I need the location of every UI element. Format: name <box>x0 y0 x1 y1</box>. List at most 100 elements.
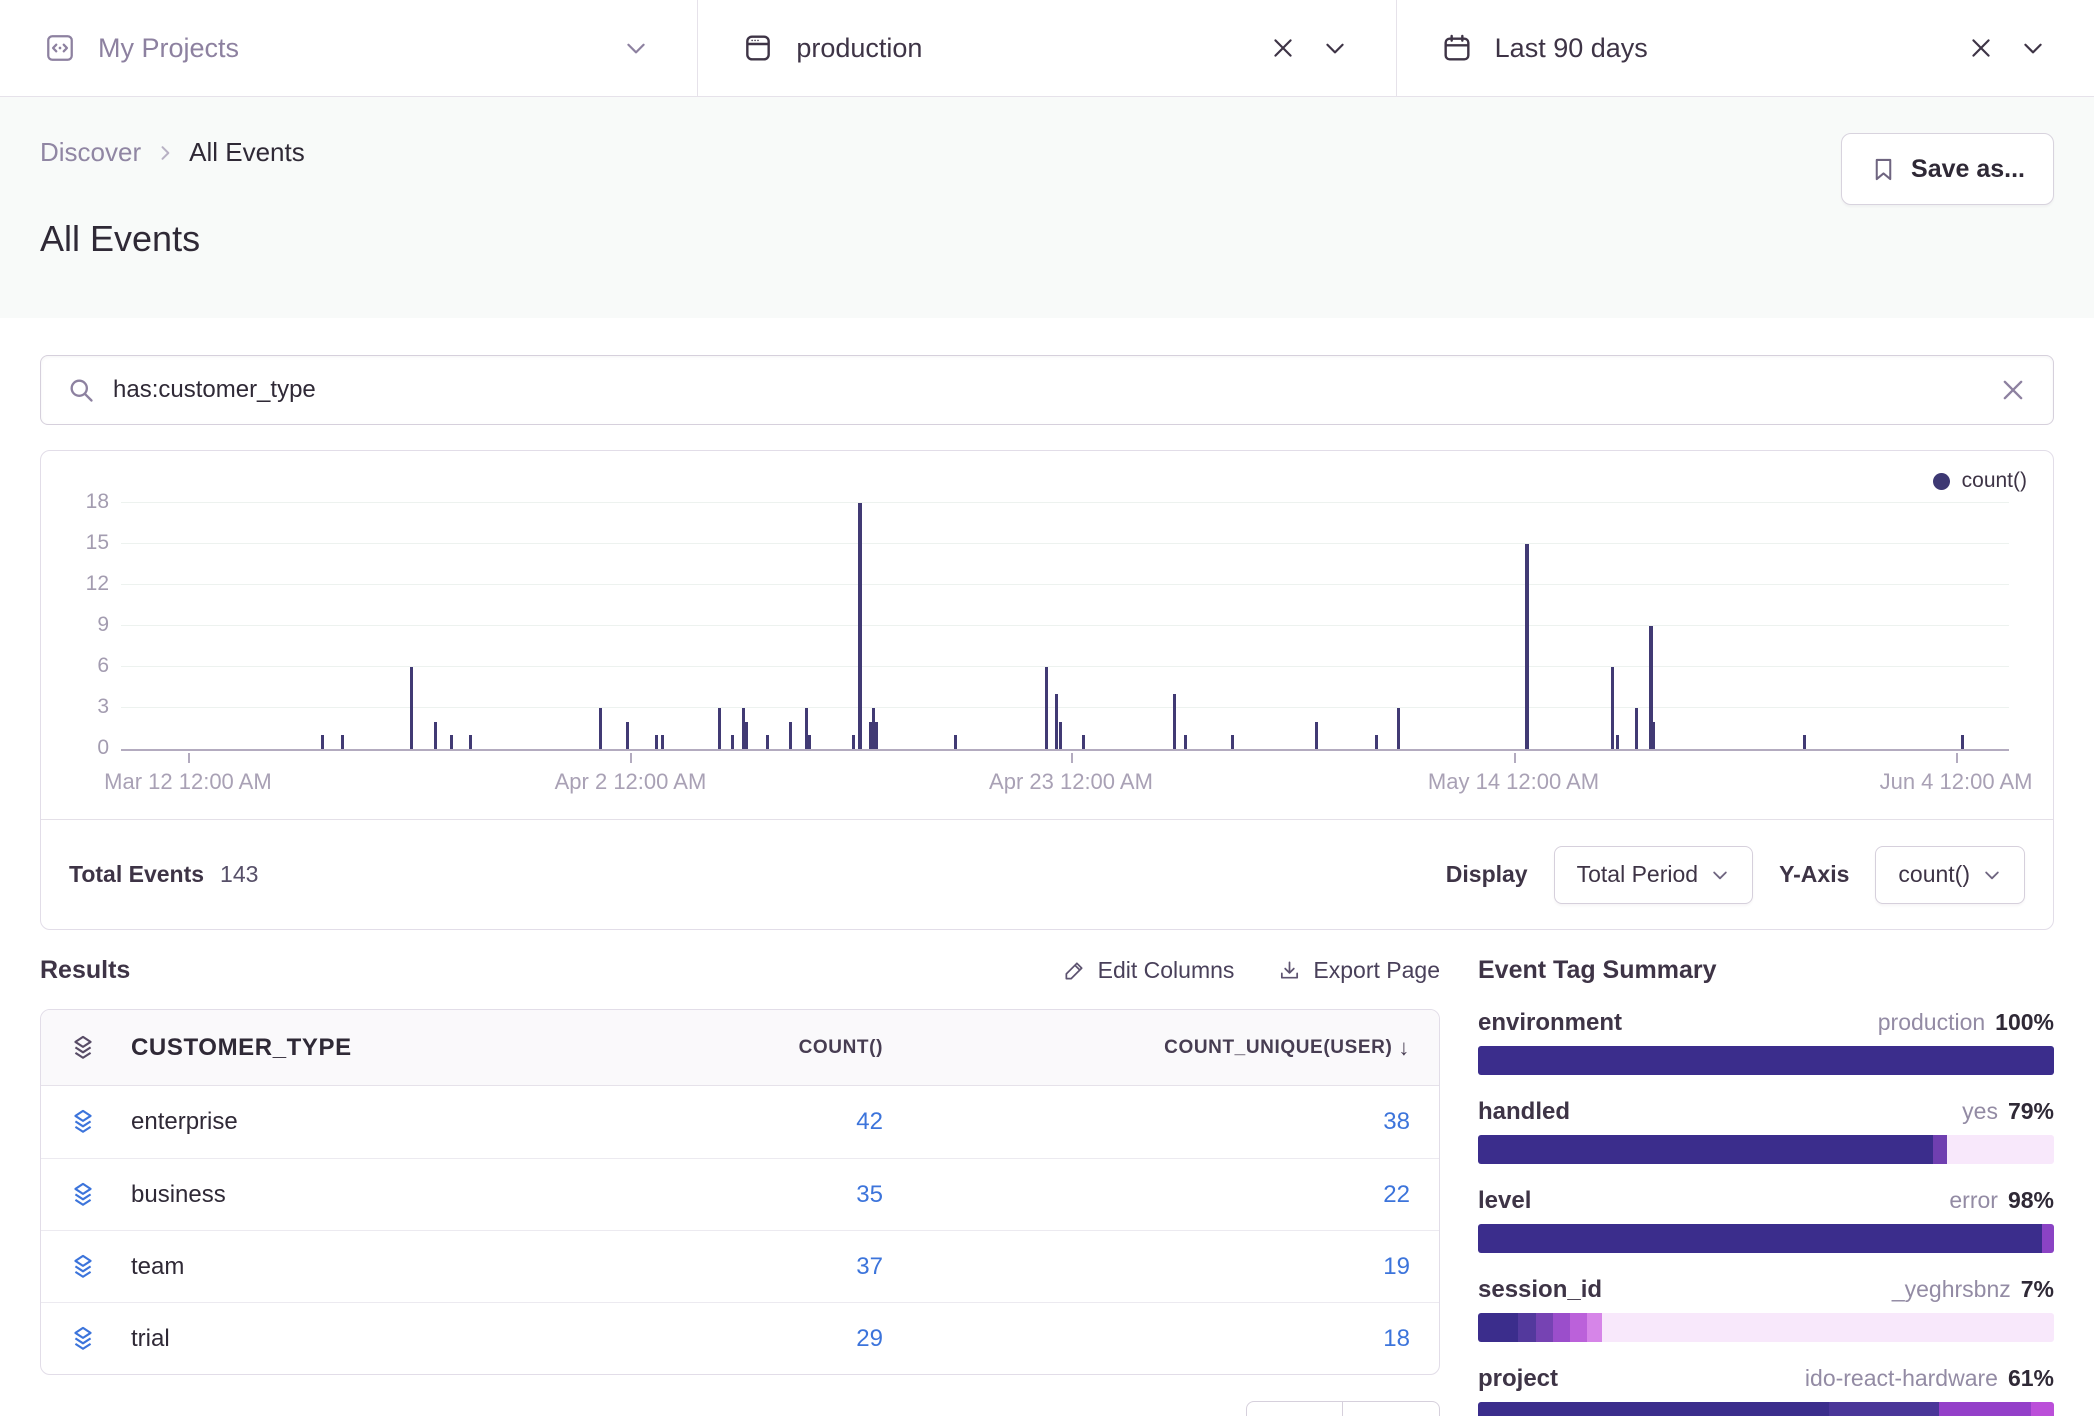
clear-search-icon[interactable] <box>1999 376 2027 404</box>
cell-customer-type: team <box>131 1253 184 1281</box>
tag-distribution-bar[interactable] <box>1478 1135 2054 1164</box>
previous-page-button[interactable] <box>1246 1401 1343 1416</box>
chart-bar[interactable] <box>808 735 811 749</box>
cell-count[interactable]: 37 <box>523 1253 883 1281</box>
chart-legend: count() <box>1933 469 2027 493</box>
chart-bar[interactable] <box>599 708 602 749</box>
cell-count[interactable]: 42 <box>523 1108 883 1136</box>
x-tick-mark <box>1956 753 1958 763</box>
legend-series-dot <box>1933 473 1950 490</box>
save-as-button[interactable]: Save as... <box>1841 133 2054 205</box>
chart-bar[interactable] <box>450 735 453 749</box>
search-bar[interactable]: has:customer_type <box>40 355 2054 425</box>
chart-bar[interactable] <box>1803 735 1806 749</box>
tag-distribution-bar[interactable] <box>1478 1224 2054 1253</box>
chart-bar[interactable] <box>1059 722 1062 749</box>
environment-icon <box>742 32 774 64</box>
chart-bar[interactable] <box>410 667 413 749</box>
bookmark-icon <box>1870 156 1897 183</box>
tag-bar-segment <box>1553 1313 1570 1342</box>
tag-row: session_id _yeghrsbnz 7% <box>1478 1276 2054 1342</box>
tag-top-value: yes <box>1962 1098 1998 1125</box>
clear-environment-icon[interactable] <box>1270 35 1296 61</box>
chart-bar[interactable] <box>1525 544 1529 749</box>
chart-bar[interactable] <box>655 735 658 749</box>
chart-bar[interactable] <box>1315 722 1318 749</box>
chart-bar[interactable] <box>1045 667 1048 749</box>
chart-bar[interactable] <box>1082 735 1085 749</box>
chart-bar[interactable] <box>469 735 472 749</box>
chart-plot-area[interactable]: 0369121518 <box>121 503 2009 751</box>
table-row: team 37 19 <box>41 1230 1439 1302</box>
search-icon <box>67 376 95 404</box>
chevron-down-icon[interactable] <box>2020 35 2046 61</box>
chart-bar[interactable] <box>1961 735 1964 749</box>
chart-bar[interactable] <box>1652 722 1655 749</box>
col-customer-type[interactable]: CUSTOMER_TYPE <box>131 1034 352 1062</box>
chart-bar[interactable] <box>626 722 629 749</box>
chart-bar[interactable] <box>1635 708 1638 749</box>
chart-bar[interactable] <box>1611 667 1614 749</box>
chart-bar[interactable] <box>1184 735 1187 749</box>
cell-customer-type: enterprise <box>131 1108 238 1136</box>
chart-bar[interactable] <box>341 735 344 749</box>
chart-bar[interactable] <box>731 735 734 749</box>
chart-bar[interactable] <box>858 503 862 749</box>
chart-bar[interactable] <box>954 735 957 749</box>
chart-bar[interactable] <box>1231 735 1234 749</box>
x-tick-mark <box>188 753 190 763</box>
col-count-unique-user[interactable]: COUNT_UNIQUE(USER) ↓ <box>883 1035 1410 1061</box>
x-tick-mark <box>630 753 632 763</box>
calendar-icon <box>1441 32 1473 64</box>
export-page-button[interactable]: Export Page <box>1278 957 1440 984</box>
save-as-label: Save as... <box>1911 155 2025 184</box>
chart-bar[interactable] <box>718 708 721 749</box>
edit-columns-button[interactable]: Edit Columns <box>1063 957 1235 984</box>
chart-bar[interactable] <box>434 722 437 749</box>
search-input[interactable]: has:customer_type <box>113 376 1981 404</box>
cell-count-unique-user[interactable]: 19 <box>883 1253 1410 1281</box>
y-tick-label: 6 <box>49 654 109 678</box>
cell-count[interactable]: 29 <box>523 1325 883 1353</box>
y-tick-label: 0 <box>49 736 109 760</box>
chart-bar[interactable] <box>766 735 769 749</box>
chart-bar[interactable] <box>745 722 748 749</box>
y-axis-select[interactable]: count() <box>1875 846 2025 904</box>
chart-bar[interactable] <box>321 735 324 749</box>
tag-distribution-bar[interactable] <box>1478 1313 2054 1342</box>
next-page-button[interactable] <box>1343 1401 1440 1416</box>
cell-count-unique-user[interactable]: 22 <box>883 1181 1410 1209</box>
tag-distribution-bar[interactable] <box>1478 1046 2054 1075</box>
chevron-down-icon[interactable] <box>623 35 649 61</box>
date-range-filter[interactable]: Last 90 days <box>1396 0 2094 96</box>
project-filter[interactable]: My Projects <box>0 0 697 96</box>
chart-bar[interactable] <box>852 735 855 749</box>
display-select-value: Total Period <box>1577 861 1698 888</box>
cell-count[interactable]: 35 <box>523 1181 883 1209</box>
export-page-label: Export Page <box>1313 957 1440 984</box>
chart-bar[interactable] <box>875 722 878 749</box>
x-tick-mark <box>1514 753 1516 763</box>
clear-date-icon[interactable] <box>1968 35 1994 61</box>
cell-count-unique-user[interactable]: 38 <box>883 1108 1410 1136</box>
chevron-down-icon[interactable] <box>1322 35 1348 61</box>
breadcrumb-discover-link[interactable]: Discover <box>40 137 141 168</box>
col-count[interactable]: COUNT() <box>523 1037 883 1059</box>
results-section: Results Edit Columns Export Page <box>40 945 1440 1416</box>
total-events-label: Total Events <box>69 861 204 888</box>
display-select[interactable]: Total Period <box>1554 846 1753 904</box>
cell-count-unique-user[interactable]: 18 <box>883 1325 1410 1353</box>
chart-bar[interactable] <box>1055 694 1058 749</box>
chart-bar[interactable] <box>661 735 664 749</box>
environment-filter[interactable]: production <box>697 0 1395 96</box>
chart-bar[interactable] <box>1375 735 1378 749</box>
chart-bar[interactable] <box>789 722 792 749</box>
table-header-row: CUSTOMER_TYPE COUNT() COUNT_UNIQUE(USER)… <box>41 1010 1439 1086</box>
tag-bar-segment <box>1478 1313 1518 1342</box>
tag-bar-segment <box>1570 1313 1587 1342</box>
chart-bar[interactable] <box>1397 708 1400 749</box>
chart-bar[interactable] <box>1616 735 1619 749</box>
tag-distribution-bar[interactable] <box>1478 1402 2054 1416</box>
chart-bar[interactable] <box>1173 694 1176 749</box>
cell-customer-type: business <box>131 1181 226 1209</box>
